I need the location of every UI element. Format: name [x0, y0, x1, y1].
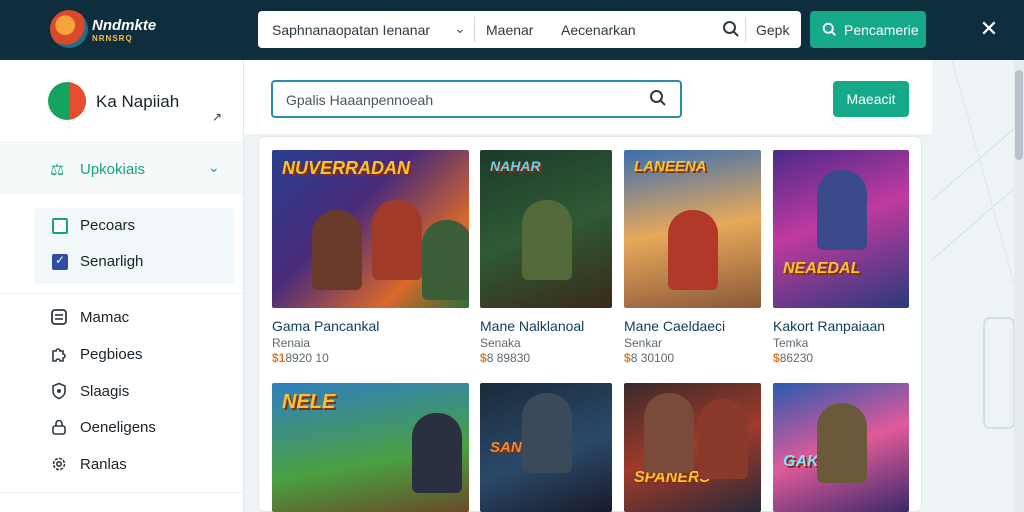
- chevron-down-icon[interactable]: ⌄: [454, 20, 466, 37]
- filter-icon: ⚖: [50, 162, 65, 179]
- card-price: $8 89830: [480, 351, 530, 365]
- sidebar-item-oeneligens[interactable]: Oeneligens: [50, 416, 156, 438]
- card-price: $8 30100: [624, 351, 674, 365]
- sidebar-item-slaagis[interactable]: Slaagis: [50, 380, 129, 402]
- filter-label: Pecoars: [80, 217, 136, 234]
- game-thumbnail[interactable]: SANNERS: [480, 383, 612, 512]
- hero-figure: [817, 170, 867, 250]
- game-thumbnail[interactable]: NELE: [272, 383, 469, 512]
- puzzle-icon: [50, 345, 68, 363]
- sidebar-item-ranlas[interactable]: Ranlas: [50, 453, 127, 475]
- app-logo-icon[interactable]: [50, 10, 88, 48]
- card-subtitle: Senkar: [624, 336, 663, 350]
- game-thumbnail[interactable]: GAKNAN: [773, 383, 909, 512]
- sidebar-item-label: Slaagis: [80, 382, 130, 400]
- top-bar: Nndmkte NRNSRQ Saphnanaopatan Ienanar ⌄ …: [0, 0, 1024, 60]
- avatar[interactable]: [48, 82, 86, 120]
- game-thumbnail[interactable]: SPANERS: [624, 383, 761, 512]
- category-select[interactable]: Saphnanaopatan Ienanar: [272, 22, 430, 38]
- divider: [745, 17, 746, 42]
- filter-label: Senarligh: [80, 253, 144, 270]
- thumbnail-title: LANEENA: [634, 158, 707, 175]
- game-thumbnail[interactable]: LANEENA: [624, 150, 761, 308]
- card-subtitle: Temka: [773, 336, 809, 350]
- background-decoration: [931, 59, 1024, 512]
- search-field-b[interactable]: Aecenarkan: [561, 22, 636, 38]
- price-value: 8920 10: [285, 351, 329, 365]
- hero-figure: [668, 210, 718, 290]
- sidebar-item-label: Oeneligens: [80, 418, 156, 436]
- gear-icon: [50, 455, 68, 473]
- sidebar-item-label: Ranlas: [80, 455, 127, 473]
- card-subtitle: Senaka: [480, 336, 521, 350]
- hero-figure: [644, 393, 694, 473]
- lock-icon: [50, 418, 68, 436]
- top-search-bar: Saphnanaopatan Ienanar ⌄ Maenar Aecenark…: [258, 11, 801, 48]
- chevron-down-icon[interactable]: ⌄: [208, 159, 220, 176]
- hero-figure: [522, 393, 572, 473]
- sidebar-item-mamac[interactable]: Mamac: [50, 306, 129, 328]
- scrollbar-thumb[interactable]: [1015, 70, 1023, 160]
- divider: [0, 142, 243, 143]
- card-subtitle: Renaia: [272, 336, 311, 350]
- hero-figure: [817, 403, 867, 483]
- logo-text: Nndmkte: [92, 17, 157, 34]
- section-label: Upkokiais: [80, 161, 146, 178]
- sidebar: Ka Napiiah ↗ ⚖ Upkokiais ⌄ Pecoars Senar…: [0, 60, 244, 512]
- price-currency: $1: [272, 351, 286, 365]
- sidebar-item-label: Pegbioes: [80, 345, 143, 363]
- shield-icon: [50, 382, 68, 400]
- card-title[interactable]: Gama Pancankal: [272, 318, 379, 334]
- divider: [0, 492, 243, 493]
- close-icon[interactable]: ✕: [978, 16, 1000, 42]
- message-icon: [50, 308, 68, 326]
- logo-subtext: NRNSRQ: [92, 34, 133, 43]
- price-currency: $: [480, 351, 487, 365]
- hero-figure: [522, 200, 572, 280]
- price-value: 8 89830: [486, 351, 531, 365]
- search-button[interactable]: Maeacit: [833, 81, 909, 117]
- game-thumbnail[interactable]: NEAEDAL: [773, 150, 909, 308]
- main-search-input[interactable]: Gpalis Haaanpennoeah: [271, 80, 682, 118]
- card-price: $86230: [773, 351, 813, 365]
- hero-figure: [372, 200, 422, 280]
- section-header[interactable]: ⚖ Upkokiais ⌄: [0, 144, 243, 194]
- card-title[interactable]: Kakort Ranpaiaan: [773, 318, 885, 334]
- game-thumbnail[interactable]: NAHAR: [480, 150, 612, 308]
- profile-name[interactable]: Ka Napiiah: [96, 92, 179, 112]
- filter-option-0[interactable]: Pecoars: [52, 217, 135, 234]
- filter-option-1[interactable]: Senarligh: [52, 253, 143, 270]
- search-icon[interactable]: [722, 20, 740, 43]
- search-submit-label: Pencamerie: [844, 21, 919, 38]
- search-field-a[interactable]: Maenar: [486, 22, 533, 38]
- hero-figure: [312, 210, 362, 290]
- card-title[interactable]: Mane Caeldaeci: [624, 318, 725, 334]
- thumbnail-title: NAHAR: [490, 158, 541, 174]
- go-button[interactable]: Gepk: [756, 22, 789, 38]
- divider: [0, 293, 243, 294]
- game-thumbnail[interactable]: NUVERRADAN: [272, 150, 469, 308]
- search-icon[interactable]: [649, 89, 667, 112]
- search-icon: [822, 22, 836, 36]
- checkbox[interactable]: [52, 217, 68, 234]
- price-currency: $: [773, 351, 780, 365]
- checkbox-checked[interactable]: [52, 253, 68, 270]
- sidebar-item-label: Mamac: [80, 308, 130, 326]
- card-title[interactable]: Mane Nalklanoal: [480, 318, 584, 334]
- divider: [474, 17, 475, 42]
- card-price: $18920 10: [272, 351, 329, 365]
- hero-figure: [698, 399, 748, 479]
- thumbnail-title: NUVERRADAN: [282, 158, 411, 178]
- price-value: 86230: [779, 351, 814, 365]
- search-submit-button[interactable]: Pencamerie: [810, 11, 926, 48]
- thumbnail-title: NEAEDAL: [783, 260, 861, 277]
- sidebar-item-pegbioes[interactable]: Pegbioes: [50, 343, 143, 365]
- search-placeholder: Gpalis Haaanpennoeah: [286, 92, 434, 108]
- price-currency: $: [624, 351, 631, 365]
- price-value: 8 30100: [630, 351, 675, 365]
- thumbnail-title: NELE: [282, 391, 336, 413]
- hero-figure: [412, 413, 462, 493]
- hero-figure: [422, 220, 469, 300]
- arrow-icon[interactable]: ↗: [212, 110, 222, 124]
